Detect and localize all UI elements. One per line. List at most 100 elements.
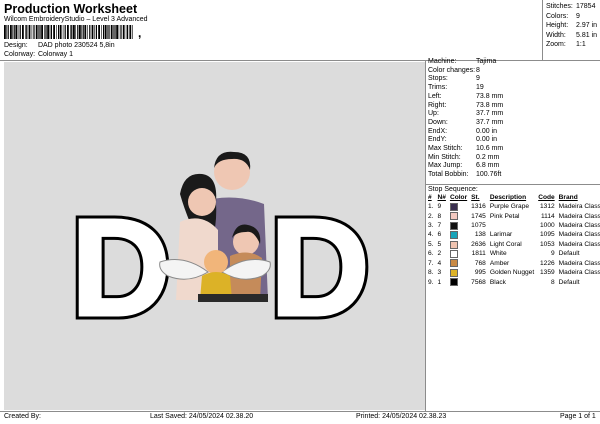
needle-num: 7 bbox=[437, 221, 442, 229]
thread-brand: Madeira Classic 40 bbox=[558, 240, 600, 248]
stitches-value: 17854 bbox=[576, 3, 596, 10]
spec-value: 19 bbox=[476, 84, 484, 92]
swatch-chip bbox=[449, 249, 458, 258]
stitch-count: 1745 bbox=[471, 212, 486, 220]
stop-row: 8.3 995Golden Nugget 1359Madeira Classic 4… bbox=[426, 268, 600, 278]
swatch-chip bbox=[449, 278, 458, 287]
width-label: Width: bbox=[546, 31, 566, 39]
col-stitches: St. bbox=[471, 194, 480, 201]
swatch-chip bbox=[449, 259, 458, 268]
software-subtitle: Wilcom EmbroideryStudio – Level 3 Advanc… bbox=[4, 16, 148, 23]
swatch-chip bbox=[449, 240, 458, 249]
spec-value: 9 bbox=[476, 75, 480, 83]
thread-code: 9 bbox=[551, 250, 555, 258]
thread-description: Purple Grape bbox=[489, 203, 530, 211]
needle-num: 1 bbox=[437, 278, 442, 286]
spec-label: Max Stitch: bbox=[428, 145, 463, 153]
zoom-label: Zoom: bbox=[546, 41, 566, 49]
stop-num: 3. bbox=[428, 221, 434, 229]
stitch-count: 2636 bbox=[471, 240, 486, 248]
spec-row: EndX: 0.00 in bbox=[428, 128, 503, 137]
color-swatch bbox=[448, 249, 469, 259]
stop-num: 7. bbox=[428, 259, 434, 267]
spec-label: Color changes: bbox=[428, 66, 476, 74]
thread-brand: Madeira Classic 40 bbox=[558, 269, 600, 277]
col-num: # bbox=[428, 194, 432, 201]
stitch-count: 138 bbox=[474, 231, 486, 239]
spec-row: Right: 73.8 mm bbox=[428, 102, 503, 111]
thread-code: 1053 bbox=[540, 240, 555, 248]
design-value: DAD photo 230524 5,8in bbox=[37, 42, 115, 49]
family-illustration bbox=[159, 151, 271, 302]
barcode-suffix: , bbox=[138, 26, 142, 40]
thread-description: Black bbox=[489, 278, 506, 286]
printed-date: Printed: 24/05/2024 02.38.23 bbox=[356, 413, 447, 420]
col-code: Code bbox=[538, 194, 555, 201]
last-saved: Last Saved: 24/05/2024 02.38.20 bbox=[150, 413, 254, 420]
color-swatch bbox=[448, 212, 469, 221]
design-preview[interactable]: D D D D bbox=[4, 62, 425, 410]
worksheet-title: Production Worksheet bbox=[4, 2, 138, 16]
stop-sequence-table: # N# Color St. Description Code Brand 1.… bbox=[426, 194, 600, 288]
color-swatch bbox=[448, 221, 469, 231]
color-swatch bbox=[448, 278, 469, 287]
stitch-count: 995 bbox=[474, 269, 486, 277]
spec-label: Stops: bbox=[428, 75, 448, 83]
design-row: Design: DAD photo 230524 5,8in bbox=[4, 42, 115, 49]
spec-label: Left: bbox=[428, 92, 442, 100]
stop-num: 9. bbox=[428, 278, 434, 286]
stop-num: 2. bbox=[428, 212, 434, 220]
spec-row: Machine: Tajima bbox=[428, 58, 503, 67]
thread-description: Golden Nugget bbox=[489, 269, 535, 277]
embroidery-artwork: D D D D bbox=[67, 151, 374, 350]
specs-divider bbox=[425, 184, 600, 185]
thread-description: Amber bbox=[489, 259, 510, 267]
stop-row: 7.4 768Amber 1226Madeira Classic 40 bbox=[426, 259, 600, 268]
stop-num: 5. bbox=[428, 240, 434, 248]
thread-brand: Madeira Classic 40 bbox=[558, 212, 600, 220]
stop-row: 6. 2 1811 White 9 Default bbox=[426, 249, 600, 259]
stitch-count: 768 bbox=[474, 259, 486, 267]
spec-value: 37.7 mm bbox=[476, 118, 504, 126]
stop-row: 3.7 1075 1000Madeira Classic 40 bbox=[426, 221, 600, 231]
spec-row: Down: 37.7 mm bbox=[428, 119, 503, 128]
summary-panel: Stitches: 17854 Colors: 9 Height: 2.97 in W… bbox=[546, 2, 597, 50]
spec-label: Machine: bbox=[428, 58, 457, 65]
svg-text:D: D bbox=[71, 191, 171, 345]
spec-label: Trims: bbox=[428, 84, 448, 92]
swatch-chip bbox=[449, 212, 458, 221]
spec-row: Left: 73.8 mm bbox=[428, 93, 503, 102]
needle-num: 6 bbox=[437, 231, 442, 239]
page-number: Page 1 of 1 bbox=[560, 413, 596, 420]
spec-value: 0.2 mm bbox=[476, 153, 500, 161]
stop-row: 5.5 2636Light Coral 1053Madeira Classic 40 bbox=[426, 240, 600, 250]
spec-value: 37.7 mm bbox=[476, 110, 504, 118]
width-value: 5.81 in bbox=[576, 31, 598, 39]
spec-value: 73.8 mm bbox=[476, 101, 504, 109]
design-label: Design: bbox=[4, 42, 28, 49]
barcode-image bbox=[4, 25, 133, 39]
stop-num: 1. bbox=[428, 203, 434, 211]
thread-code: 1226 bbox=[540, 259, 555, 267]
summary-divider bbox=[542, 0, 543, 60]
thread-code: 1312 bbox=[540, 203, 555, 211]
spec-value: 100.76ft bbox=[476, 171, 502, 179]
spec-row: Min Stitch: 0.2 mm bbox=[428, 154, 503, 163]
spec-value: 0.00 in bbox=[476, 136, 498, 144]
spec-label: Min Stitch: bbox=[428, 153, 461, 161]
color-swatch bbox=[448, 231, 469, 240]
thread-brand: Madeira Classic 40 bbox=[558, 203, 600, 211]
spec-label: Right: bbox=[428, 101, 447, 109]
thread-description: Pink Petal bbox=[489, 212, 520, 220]
swatch-chip bbox=[449, 268, 458, 277]
col-n: N# bbox=[437, 194, 446, 201]
spec-label: Total Bobbin: bbox=[428, 171, 469, 179]
spec-label: EndX: bbox=[428, 127, 448, 135]
thread-brand: Madeira Classic 40 bbox=[558, 259, 600, 267]
spec-label: Up: bbox=[428, 110, 439, 118]
machine-specs: Machine: Tajima Color changes:8 Stops: 9 Trim… bbox=[428, 58, 503, 180]
height-label: Height: bbox=[546, 22, 569, 30]
spec-row: Total Bobbin: 100.76ft bbox=[428, 171, 503, 180]
thread-code: 1000 bbox=[540, 221, 555, 229]
thread-code: 8 bbox=[551, 278, 555, 286]
